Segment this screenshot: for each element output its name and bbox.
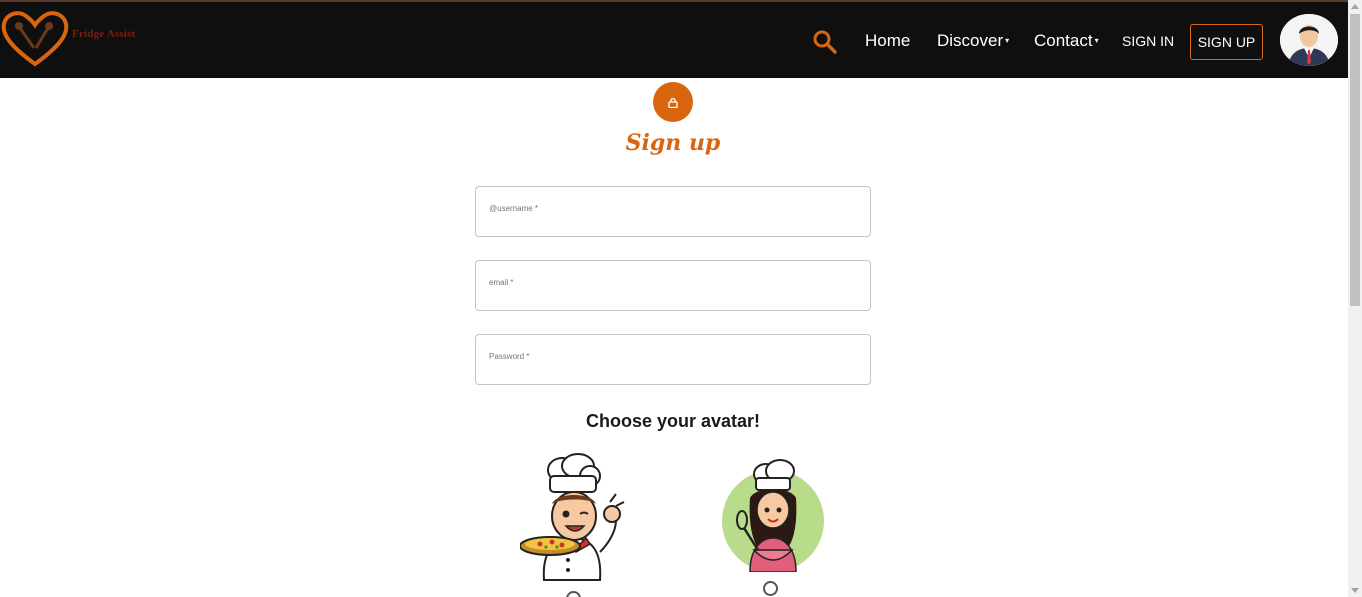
username-placeholder: @username * — [489, 204, 539, 213]
scrollbar[interactable] — [1348, 0, 1362, 597]
chevron-down-icon: ▾ — [1005, 36, 1010, 45]
lock-badge — [653, 82, 693, 122]
user-avatar-icon — [1280, 14, 1338, 66]
nav-contact-dropdown[interactable]: Contact ▾ — [1034, 31, 1099, 51]
scroll-down-arrow-icon[interactable] — [1351, 588, 1359, 593]
nav-discover-dropdown[interactable]: Discover ▾ — [937, 31, 1009, 51]
password-field[interactable]: Password * — [475, 334, 871, 385]
password-placeholder: Password * — [489, 352, 530, 361]
heart-utensils-icon — [1, 11, 69, 67]
search-button[interactable] — [812, 29, 838, 55]
nav-contact-label: Contact — [1034, 31, 1093, 50]
page-title: Sign up — [625, 130, 721, 156]
nav-home-label: Home — [865, 31, 911, 50]
brand-name: Fridge Assist — [72, 28, 136, 40]
avatar-option-male-chef[interactable] — [519, 452, 630, 584]
avatar-option-female-chef[interactable] — [720, 458, 826, 573]
email-field[interactable]: email * — [475, 260, 871, 311]
user-avatar[interactable] — [1280, 14, 1338, 66]
male-chef-avatar-image — [519, 453, 625, 581]
search-icon — [813, 30, 837, 54]
username-field[interactable]: @username * — [475, 186, 871, 237]
email-placeholder: email * — [489, 278, 514, 287]
avatar-heading: Choose your avatar! — [585, 411, 761, 431]
chevron-down-icon: ▾ — [1094, 36, 1099, 45]
avatar-radio-female-chef[interactable] — [763, 581, 778, 596]
sign-in-link[interactable]: SIGN IN — [1122, 33, 1174, 49]
brand-logo[interactable]: Fridge Assist — [0, 8, 170, 68]
sign-up-button[interactable]: SIGN UP — [1190, 24, 1263, 60]
scroll-up-arrow-icon[interactable] — [1351, 4, 1359, 9]
nav-home-link[interactable]: Home — [865, 31, 910, 51]
nav-discover-label: Discover — [937, 31, 1004, 50]
scrollbar-thumb[interactable] — [1350, 14, 1360, 306]
female-chef-avatar-image — [722, 459, 824, 573]
lock-icon — [668, 97, 678, 108]
sign-up-label: SIGN UP — [1197, 34, 1256, 50]
page: Fridge Assist Home Discover ▾ Contact ▾ SI… — [0, 0, 1362, 597]
navbar: Fridge Assist Home Discover ▾ Contact ▾ SI… — [0, 0, 1348, 78]
avatar-radio-male-chef[interactable] — [566, 591, 581, 597]
